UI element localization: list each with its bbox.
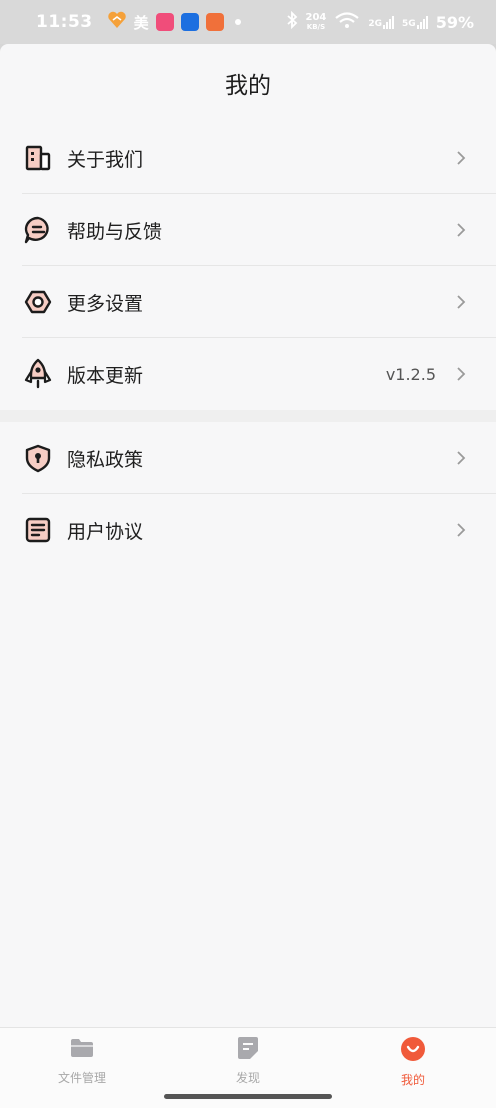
chevron-right-icon — [454, 448, 468, 468]
signal-sim2-icon: 5G — [402, 15, 428, 29]
smile-icon — [400, 1036, 426, 1066]
shield-lock-icon — [22, 442, 54, 474]
tab-label: 我的 — [400, 1073, 425, 1087]
menu-item-help-feedback[interactable]: 帮助与反馈 — [0, 194, 496, 266]
bluetooth-icon — [286, 10, 298, 34]
clock: 11:53 — [36, 12, 93, 32]
chat-bubble-icon — [22, 214, 54, 246]
more-notifications-dot — [234, 19, 241, 25]
menu-item-user-agreement[interactable]: 用户协议 — [0, 494, 496, 566]
settings-nut-icon — [22, 286, 54, 318]
menu-group-legal: 隐私政策 用户协议 — [0, 422, 496, 566]
home-indicator[interactable] — [164, 1094, 332, 1099]
wifi-icon — [334, 11, 360, 34]
menu-item-more-settings[interactable]: 更多设置 — [0, 266, 496, 338]
menu-item-privacy-policy[interactable]: 隐私政策 — [0, 422, 496, 494]
chevron-right-icon — [454, 148, 468, 168]
building-icon — [22, 142, 54, 174]
tab-label: 文件管理 — [57, 1071, 106, 1085]
chevron-right-icon — [454, 520, 468, 540]
heart-app-icon — [107, 11, 127, 34]
status-bar: 11:53 美 204 KB/S 2G 5G 59% — [0, 0, 496, 44]
tab-file-manager[interactable]: 文件管理 — [37, 1036, 127, 1086]
robot-app-icon — [180, 13, 199, 31]
menu-item-label: 隐私政策 — [67, 448, 144, 471]
menu-item-version-update[interactable]: 版本更新 v1.2.5 — [0, 338, 496, 410]
signal-sim1-icon: 2G — [368, 15, 395, 29]
folder-icon — [69, 1036, 95, 1064]
chevron-right-icon — [454, 220, 468, 240]
menu-item-label: 帮助与反馈 — [67, 220, 163, 243]
rocket-icon — [22, 358, 54, 390]
version-number: v1.2.5 — [385, 364, 436, 384]
taobao-app-icon — [205, 13, 224, 31]
chevron-right-icon — [454, 292, 468, 312]
tab-label: 发现 — [235, 1071, 260, 1085]
network-speed: 204 KB/S — [305, 11, 327, 31]
document-icon — [22, 514, 54, 546]
note-icon — [235, 1036, 261, 1064]
meituan-icon: 美 — [133, 13, 149, 32]
settings-page: 我的 关于我们 帮助与反馈 更多设置 版本更新 v1.2.5 隐私政策 用户协议 — [0, 44, 496, 1027]
tab-mine[interactable]: 我的 — [368, 1036, 458, 1088]
page-title: 我的 — [225, 73, 271, 99]
menu-item-label: 更多设置 — [67, 292, 144, 315]
battery-level: 59% — [435, 12, 474, 32]
menu-item-label: 用户协议 — [67, 520, 144, 543]
menu-item-label: 版本更新 — [67, 364, 144, 387]
menu-item-label: 关于我们 — [67, 148, 144, 171]
chevron-right-icon — [454, 364, 468, 384]
shopping-app-icon — [155, 13, 174, 31]
menu-item-about-us[interactable]: 关于我们 — [0, 122, 496, 194]
notification-icons: 美 — [107, 11, 241, 34]
section-divider — [0, 410, 496, 422]
tab-discover[interactable]: 发现 — [203, 1036, 293, 1086]
menu-group-general: 关于我们 帮助与反馈 更多设置 版本更新 v1.2.5 — [0, 122, 496, 410]
